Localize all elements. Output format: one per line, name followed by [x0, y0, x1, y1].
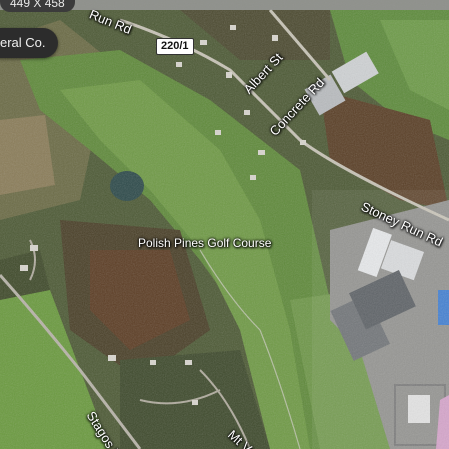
poi-label-golf-course[interactable]: Polish Pines Golf Course	[138, 236, 271, 250]
route-shield: 220/1	[156, 38, 194, 55]
dimensions-label: 449 X 458	[10, 0, 65, 10]
search-chip-text: eral Co.	[0, 35, 46, 50]
search-result-chip[interactable]: eral Co.	[0, 28, 58, 58]
satellite-imagery	[0, 0, 449, 449]
satellite-map[interactable]: Run Rd Albert St Concrete Rd Stoney Run …	[0, 0, 449, 449]
dimensions-badge: 449 X 458	[0, 0, 75, 12]
